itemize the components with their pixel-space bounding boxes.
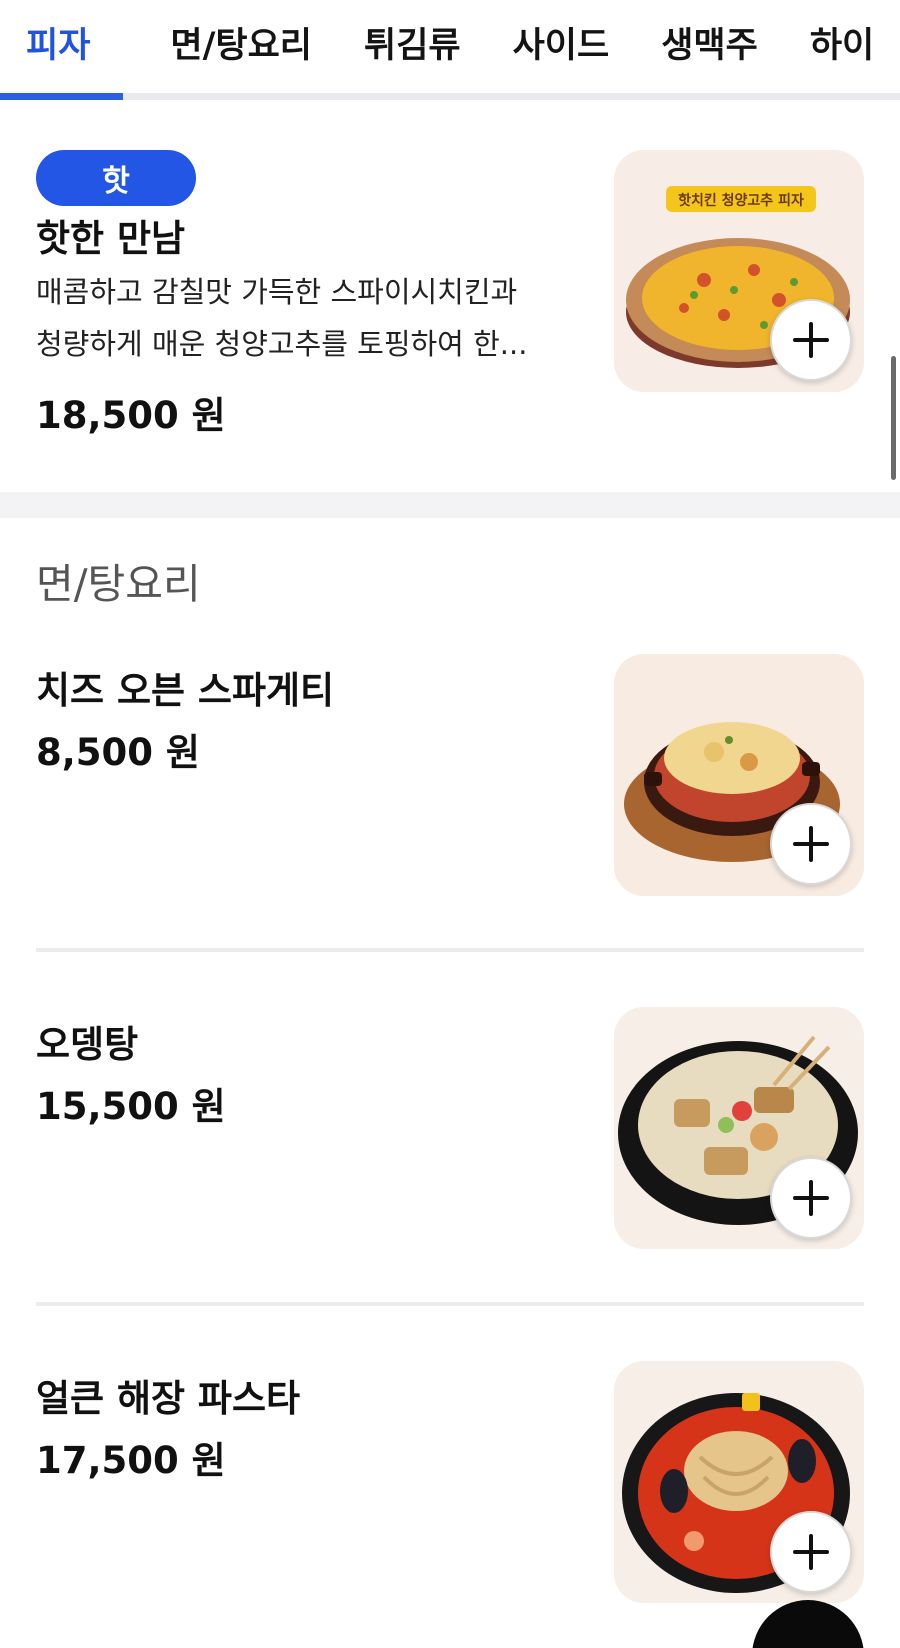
item-price: 18,500 원	[36, 394, 226, 437]
tab-list: 피자 면/탕요리 튀김류 사이드 생맥주 하이	[0, 0, 900, 92]
item-name: 오뎅탕	[36, 1023, 139, 1066]
tab-pizza[interactable]: 피자	[0, 4, 144, 88]
item-divider	[36, 948, 864, 952]
item-price: 17,500 원	[36, 1439, 226, 1482]
category-tab-bar: 피자 면/탕요리 튀김류 사이드 생맥주 하이	[0, 0, 900, 100]
plus-icon	[793, 322, 829, 358]
tab-draft-beer[interactable]: 생맥주	[635, 4, 784, 88]
section-separator	[0, 492, 900, 518]
item-description: 매콤하고 감칠맛 가득한 스파이시치킨과 청량하게 매운 청양고추를 토핑하여 …	[36, 266, 566, 370]
tab-side[interactable]: 사이드	[487, 4, 636, 88]
add-to-cart-button[interactable]	[770, 1511, 852, 1593]
item-description-line: 매콤하고 감칠맛 가득한 스파이시치킨과	[36, 275, 518, 309]
scrollbar[interactable]	[891, 356, 896, 480]
tab-highball[interactable]: 하이	[784, 4, 900, 88]
item-price: 15,500 원	[36, 1085, 226, 1128]
add-to-cart-button[interactable]	[770, 803, 852, 885]
add-to-cart-button[interactable]	[770, 299, 852, 381]
item-name: 핫한 만남	[36, 217, 186, 260]
pizza-image-label: 핫치킨 청양고추 피자	[678, 192, 804, 209]
tab-noodle-soup[interactable]: 면/탕요리	[144, 4, 338, 88]
item-description-line: 청량하게 매운 청양고추를 토핑하여 한...	[36, 327, 528, 361]
plus-icon	[793, 1534, 829, 1570]
tab-track	[0, 93, 900, 100]
item-price: 8,500 원	[36, 731, 200, 774]
plus-icon	[793, 826, 829, 862]
item-name: 얼큰 해장 파스타	[36, 1377, 301, 1420]
section-title: 면/탕요리	[36, 560, 201, 608]
active-tab-indicator	[0, 93, 123, 100]
item-divider	[36, 1302, 864, 1306]
hot-badge: 핫	[36, 150, 196, 206]
item-name: 치즈 오븐 스파게티	[36, 669, 335, 712]
add-to-cart-button[interactable]	[770, 1157, 852, 1239]
tab-fried[interactable]: 튀김류	[338, 4, 487, 88]
floating-action-button[interactable]	[752, 1600, 864, 1648]
plus-icon	[793, 1180, 829, 1216]
